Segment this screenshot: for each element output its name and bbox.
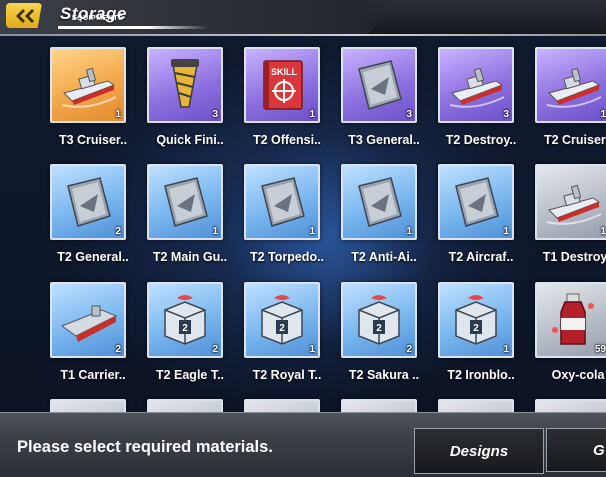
designs-button-label: Designs bbox=[449, 442, 509, 460]
item-count: 1 bbox=[503, 344, 509, 355]
top-bar: Storage EQUIPMENTS bbox=[0, 0, 606, 36]
blueprint-card-icon bbox=[67, 177, 111, 227]
item-tile[interactable]: 2 bbox=[50, 164, 126, 240]
item-label: T2 Torpedo.. bbox=[249, 250, 325, 264]
item-count: 2 bbox=[115, 344, 121, 355]
skill-book-icon: SKILL bbox=[263, 60, 303, 110]
blueprint-card-icon bbox=[455, 177, 499, 227]
item-grid: 1 T3 Cruiser.. 3 Quick Fini.. SKILL 1 T2 Offen… bbox=[0, 34, 606, 414]
item-tile[interactable]: 3 bbox=[438, 47, 514, 123]
item-tile[interactable]: 3 bbox=[341, 47, 417, 123]
item-tile[interactable]: 1 bbox=[147, 164, 223, 240]
item-label: T2 Royal T.. bbox=[252, 368, 322, 382]
bottom-bar: Please select required materials. Design… bbox=[0, 412, 606, 477]
item-label: T3 Cruiser.. bbox=[58, 133, 128, 147]
bottom-bar-divider bbox=[0, 412, 606, 413]
item-label: T2 Sakura .. bbox=[348, 368, 420, 382]
item-count: 3 bbox=[503, 109, 509, 120]
designs-button[interactable]: Designs bbox=[414, 428, 544, 474]
item-tile[interactable]: 22 bbox=[341, 282, 417, 358]
tech-box-icon: 2 bbox=[261, 295, 303, 345]
tech-box-icon: 2 bbox=[164, 295, 206, 345]
second-tab-button[interactable]: G bbox=[546, 428, 606, 472]
tech-box-icon: 2 bbox=[455, 295, 497, 345]
item-label: T2 Aircraf.. bbox=[448, 250, 514, 264]
item-count: 1 bbox=[212, 226, 218, 237]
item-count: 1 bbox=[600, 226, 606, 237]
item-tile[interactable]: 1 bbox=[244, 164, 320, 240]
blueprint-card-icon bbox=[261, 177, 305, 227]
item-label: T2 Ironblo.. bbox=[447, 368, 515, 382]
item-count: 3 bbox=[406, 109, 412, 120]
item-count: 2 bbox=[115, 226, 121, 237]
ship-icon bbox=[546, 67, 602, 108]
back-button[interactable] bbox=[6, 3, 42, 28]
item-label: Quick Fini.. bbox=[156, 133, 224, 147]
carrier-icon bbox=[60, 305, 118, 342]
item-count: 59 bbox=[594, 344, 606, 355]
cola-bottle-icon bbox=[552, 293, 594, 345]
item-tile[interactable]: 21 bbox=[244, 282, 320, 358]
item-tile[interactable]: 21 bbox=[438, 282, 514, 358]
item-label: T2 Eagle T.. bbox=[155, 368, 225, 382]
ship-icon bbox=[61, 67, 117, 108]
item-label: T2 Destroy.. bbox=[445, 133, 517, 147]
second-tab-button-label: G bbox=[593, 441, 605, 459]
svg-text:SKILL: SKILL bbox=[271, 67, 298, 77]
item-tile[interactable]: 1 bbox=[50, 47, 126, 123]
tech-box-icon: 2 bbox=[358, 295, 400, 345]
item-label: T1 Destroy.. bbox=[542, 250, 606, 264]
item-label: T3 General.. bbox=[348, 133, 420, 147]
item-count: 1 bbox=[503, 226, 509, 237]
item-tile[interactable]: 2 bbox=[50, 282, 126, 358]
double-chevron-left-icon bbox=[16, 8, 34, 23]
item-count: 1 bbox=[115, 109, 121, 120]
item-tile[interactable]: 1 bbox=[535, 47, 606, 123]
blueprint-card-icon bbox=[358, 177, 402, 227]
item-count: 1 bbox=[309, 344, 315, 355]
ship-icon bbox=[449, 67, 505, 108]
item-count: 2 bbox=[212, 344, 218, 355]
page-subtitle: EQUIPMENTS bbox=[72, 15, 124, 22]
svg-text:2: 2 bbox=[376, 323, 382, 334]
blueprint-card-icon bbox=[164, 177, 208, 227]
instruction-text: Please select required materials. bbox=[17, 438, 273, 456]
item-tile[interactable]: 59 bbox=[535, 282, 606, 358]
item-tile[interactable]: 22 bbox=[147, 282, 223, 358]
item-count: 3 bbox=[212, 109, 218, 120]
item-label: T2 Anti-Ai.. bbox=[351, 250, 417, 264]
item-count: 2 bbox=[406, 344, 412, 355]
svg-text:2: 2 bbox=[279, 323, 285, 334]
item-label: T2 Main Gu.. bbox=[152, 250, 228, 264]
drill-icon bbox=[171, 59, 199, 108]
item-count: 1 bbox=[309, 109, 315, 120]
item-count: 1 bbox=[309, 226, 315, 237]
ship-icon bbox=[546, 184, 602, 225]
svg-text:2: 2 bbox=[473, 323, 479, 334]
item-tile[interactable]: 3 bbox=[147, 47, 223, 123]
item-count: 1 bbox=[406, 226, 412, 237]
item-label: T1 Carrier.. bbox=[60, 368, 126, 382]
blueprint-card-icon bbox=[358, 60, 402, 110]
item-tile[interactable]: 1 bbox=[535, 164, 606, 240]
item-label: T2 Cruiser.. bbox=[543, 133, 606, 147]
item-count: 1 bbox=[600, 109, 606, 120]
item-label: Oxy-cola bbox=[551, 368, 605, 382]
item-tile[interactable]: 1 bbox=[341, 164, 417, 240]
item-label: T2 Offensi.. bbox=[252, 133, 322, 147]
title-underline bbox=[58, 26, 208, 29]
item-tile[interactable]: SKILL 1 bbox=[244, 47, 320, 123]
item-tile[interactable]: 1 bbox=[438, 164, 514, 240]
item-label: T2 General.. bbox=[57, 250, 129, 264]
svg-text:2: 2 bbox=[182, 323, 188, 334]
